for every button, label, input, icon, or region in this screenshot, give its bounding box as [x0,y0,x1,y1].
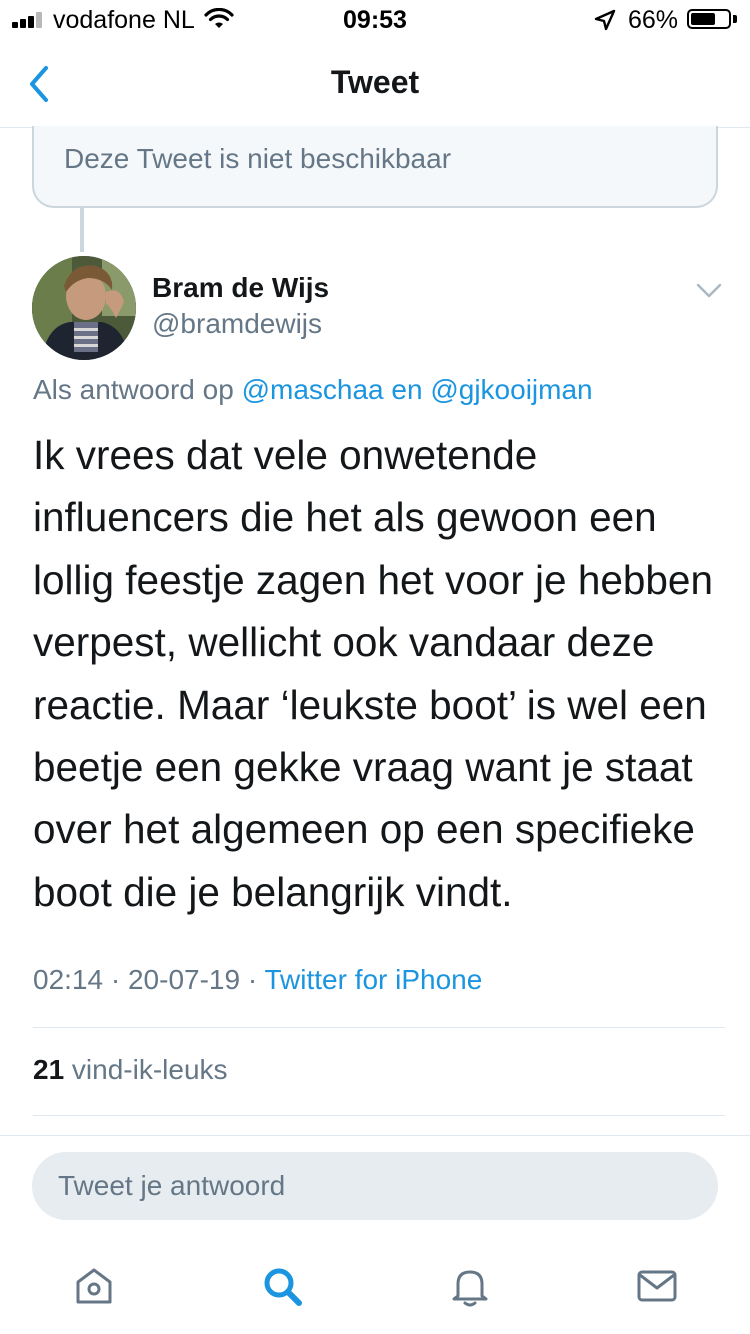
messages-icon[interactable] [633,1262,681,1310]
reply-prefix: Als antwoord op [33,374,242,405]
likes-count: 21 [33,1054,65,1085]
mention-link[interactable]: @gjkooijman [430,374,592,405]
tweet-text-line: influencers die het als gewoon een [33,494,657,541]
tweet-meta: 02:14 · 20-07-19 · Twitter for iPhone [33,964,482,996]
mention-link[interactable]: @maschaa [242,374,384,405]
divider [0,1135,750,1136]
tweet-date: 20-07-19 [127,964,241,995]
notifications-icon[interactable] [446,1262,494,1310]
home-icon[interactable] [70,1262,118,1310]
author-name[interactable]: Bram de Wijs [152,272,329,304]
unavailable-tweet-text: Deze Tweet is niet beschikbaar [64,143,452,174]
battery-nub [733,15,737,23]
tweet-source-link[interactable]: Twitter for iPhone [264,964,482,995]
tweet-time: 02:14 [33,964,104,995]
chevron-down-icon[interactable] [696,282,722,300]
author-handle[interactable]: @bramdewijs [152,308,322,340]
tweet-text-line: beetje een gekke vraag want je staat [33,744,693,791]
meta-separator: · [240,964,265,995]
search-icon[interactable] [258,1262,306,1310]
likes-stat[interactable]: 21 vind-ik-leuks [33,1054,228,1086]
tweet-text: Ik vrees dat vele onwetende influencers … [33,424,723,923]
status-bar: vodafone NL 09:53 66% [0,0,750,40]
divider [33,1115,725,1116]
tweet-text-line: boot die je belangrijk vindt. [33,868,513,915]
tweet-text-line: verpest, wellicht ook vandaar deze [33,619,655,666]
tweet-text-line: reactie. Maar ‘leukste boot’ is wel een [33,681,707,728]
location-arrow-icon [594,9,616,31]
divider [33,1027,725,1028]
page-title: Tweet [330,64,420,100]
reply-conjunction[interactable]: en [384,374,431,405]
meta-separator: · [103,964,128,995]
battery-percent: 66% [628,6,679,34]
tweet-text-line: Ik vrees dat vele onwetende [33,432,538,478]
avatar[interactable] [32,256,136,360]
thread-connector [80,208,84,252]
tweet-text-line: lollig feestje zagen het voor je hebben [33,556,713,603]
reply-input-placeholder: Tweet je antwoord [58,1170,286,1201]
reply-context: Als antwoord op @maschaa en @gjkooijman [33,374,593,406]
battery-icon [687,9,731,29]
likes-label: vind-ik-leuks [64,1054,228,1085]
tweet-text-line: over het algemeen op een specifieke [33,806,695,853]
